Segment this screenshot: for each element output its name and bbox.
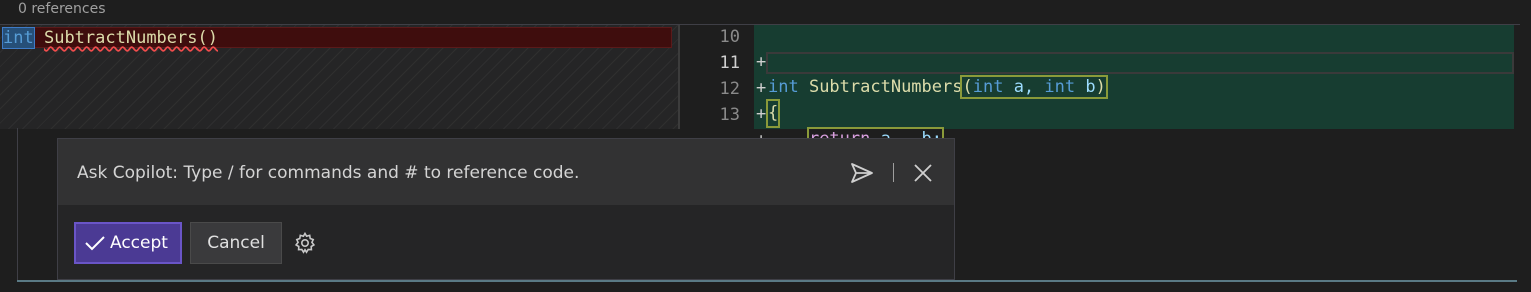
copilot-prompt-input[interactable]: Ask Copilot: Type / for commands and # t… [77, 163, 579, 183]
inline-diff-view: int SubtractNumbers() 10 11 12 13 + int … [0, 24, 1520, 177]
function-parens: () [197, 28, 218, 48]
checkmark-icon [85, 236, 105, 251]
code-line[interactable]: + int SubtractNumbers(int a, int b) [754, 25, 1514, 99]
codelens-references[interactable]: 0 references [18, 1, 106, 17]
close-icon[interactable] [910, 160, 936, 186]
accept-label: Accept [110, 233, 168, 253]
removed-line: int SubtractNumbers() [2, 27, 672, 49]
copilot-inline-chat: Ask Copilot: Type / for commands and # t… [57, 138, 955, 280]
code-line[interactable]: + { [754, 51, 1514, 128]
keyword-int: int [2, 27, 35, 49]
gear-icon[interactable] [293, 231, 317, 255]
toolbar-separator [893, 163, 894, 182]
inline-chat-rule-left [17, 128, 18, 281]
cancel-button[interactable]: Cancel [190, 222, 282, 264]
code-line[interactable]: + return a - b; [754, 77, 1514, 151]
copilot-prompt-bar[interactable]: Ask Copilot: Type / for commands and # t… [58, 139, 954, 205]
original-code-pane: int SubtractNumbers() [0, 25, 678, 129]
inline-chat-rule-bottom [17, 280, 1517, 282]
line-number: 13 [719, 105, 740, 125]
line-number-gutter: 10 11 12 13 [680, 25, 754, 129]
line-number-current: 11 [719, 53, 740, 73]
line-number: 10 [719, 27, 740, 47]
code-line[interactable]: + }) [754, 103, 1514, 177]
send-icon[interactable] [848, 159, 876, 187]
accept-button[interactable]: Accept [74, 222, 182, 264]
function-name: SubtractNumbers [43, 28, 198, 48]
modified-code-pane: 10 11 12 13 + int SubtractNumbers(int a,… [680, 25, 1520, 177]
line-number: 12 [719, 79, 740, 99]
added-lines-area[interactable]: + int SubtractNumbers(int a, int b) + { … [754, 25, 1514, 177]
cancel-label: Cancel [207, 233, 265, 253]
